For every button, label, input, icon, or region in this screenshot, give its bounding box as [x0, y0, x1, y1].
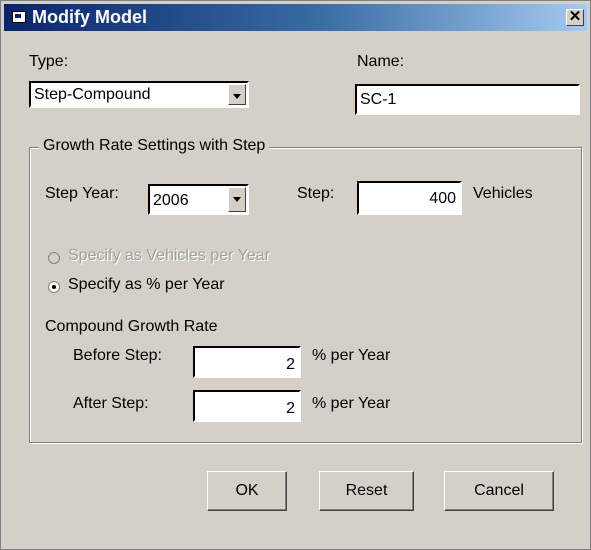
percent-per-year-label: Specify as % per Year — [68, 276, 225, 293]
step-unit: Vehicles — [473, 185, 533, 202]
type-dropdown[interactable]: Step-Compound — [29, 81, 249, 108]
step-field[interactable]: 400 — [357, 181, 462, 215]
name-label: Name: — [357, 53, 405, 70]
before-step-label: Before Step: — [73, 347, 162, 364]
percent-per-year-radio[interactable] — [48, 281, 60, 293]
after-step-value: 2 — [286, 400, 295, 417]
cancel-button[interactable]: Cancel — [444, 471, 554, 511]
before-step-value: 2 — [286, 356, 295, 373]
modify-model-dialog: Modify Model ✕ Type: Step-Compound Name:… — [0, 0, 591, 550]
chevron-down-icon[interactable] — [228, 187, 246, 212]
step-year-dropdown[interactable]: 2006 — [148, 184, 249, 215]
reset-button[interactable]: Reset — [319, 471, 414, 511]
compound-growth-label: Compound Growth Rate — [45, 318, 218, 335]
vehicles-per-year-label: Specify as Vehicles per Year — [68, 247, 270, 264]
step-year-label: Step Year: — [45, 185, 119, 202]
group-title: Growth Rate Settings with Step — [39, 137, 270, 155]
chevron-down-icon[interactable] — [228, 84, 246, 105]
step-value: 400 — [429, 190, 456, 207]
before-step-unit: % per Year — [312, 347, 391, 364]
ok-button[interactable]: OK — [207, 471, 287, 511]
after-step-unit: % per Year — [312, 395, 391, 412]
type-value: Step-Compound — [34, 86, 151, 103]
title-bar: Modify Model ✕ — [4, 4, 587, 31]
name-field[interactable]: SC-1 — [355, 84, 580, 115]
after-step-label: After Step: — [73, 395, 149, 412]
name-value: SC-1 — [360, 91, 397, 108]
type-label: Type: — [29, 53, 69, 70]
step-label: Step: — [297, 185, 335, 202]
vehicles-per-year-radio[interactable] — [48, 252, 60, 264]
window-icon — [12, 11, 26, 23]
window-title: Modify Model — [32, 7, 147, 27]
close-icon[interactable]: ✕ — [566, 9, 584, 26]
step-year-value: 2006 — [153, 192, 189, 209]
after-step-field[interactable]: 2 — [193, 390, 301, 422]
before-step-field[interactable]: 2 — [193, 346, 301, 378]
